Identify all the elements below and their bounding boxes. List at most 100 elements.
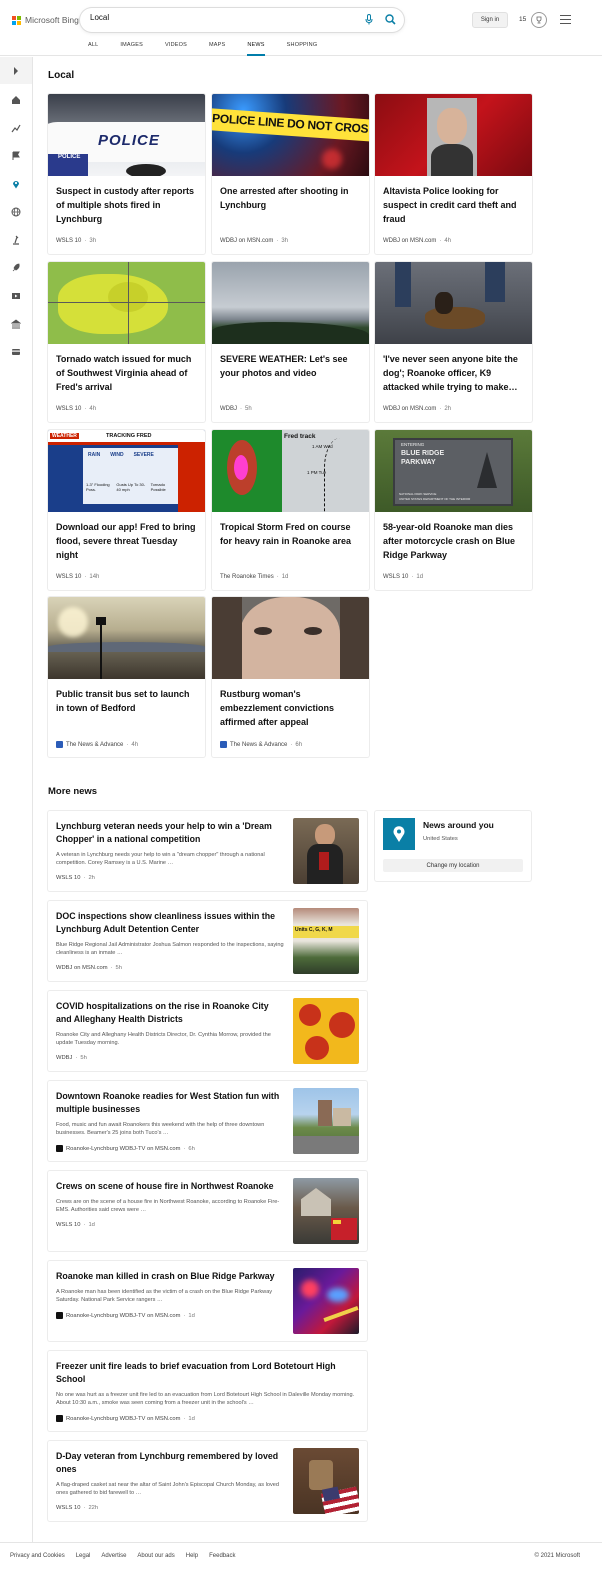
rocket-icon[interactable] bbox=[11, 263, 21, 273]
news-source: WSLS 10 · 1d bbox=[56, 1222, 95, 1228]
tab-shopping[interactable]: SHOPPING bbox=[287, 42, 318, 56]
news-card[interactable]: Altavista Police looking for suspect in … bbox=[375, 94, 532, 254]
card-title[interactable]: 'I've never seen anyone bite the dog'; R… bbox=[383, 352, 525, 394]
news-list-item[interactable]: Freezer unit fire leads to brief evacuat… bbox=[48, 1351, 367, 1431]
tab-maps[interactable]: MAPS bbox=[209, 42, 225, 56]
footer-link-help[interactable]: Help bbox=[186, 1553, 198, 1559]
news-snippet: Roanoke City and Alleghany Health Distri… bbox=[56, 1032, 271, 1046]
news-card[interactable]: SEVERE WEATHER: Let's see your photos an… bbox=[212, 262, 369, 422]
news-card[interactable]: Tornado watch issued for much of Southwe… bbox=[48, 262, 205, 422]
tab-images[interactable]: IMAGES bbox=[120, 42, 143, 56]
card-title[interactable]: Altavista Police looking for suspect in … bbox=[383, 184, 525, 226]
detention-center-thumbnail: Units C, G, K, M bbox=[293, 908, 359, 974]
detention-sign-text: Units C, G, K, M bbox=[295, 927, 333, 933]
parkway-sign-line2: BLUE RIDGE bbox=[401, 450, 445, 457]
home-icon[interactable] bbox=[11, 95, 21, 105]
news-card[interactable]: POLICE LINE DO NOT CROS One arrested aft… bbox=[212, 94, 369, 254]
house-fire-thumbnail bbox=[293, 1178, 359, 1244]
sidebar bbox=[0, 57, 33, 1542]
bing-logo[interactable]: Microsoft Bing bbox=[12, 15, 79, 25]
card-title[interactable]: Rustburg woman's embezzlement conviction… bbox=[220, 687, 362, 729]
card-title[interactable]: SEVERE WEATHER: Let's see your photos an… bbox=[220, 352, 362, 380]
vertical-tabs: ALL IMAGES VIDEOS MAPS NEWS SHOPPING bbox=[88, 42, 339, 56]
news-list-item[interactable]: DOC inspections show cleanliness issues … bbox=[48, 901, 367, 981]
news-list-item[interactable]: COVID hospitalizations on the rise in Ro… bbox=[48, 991, 367, 1071]
news-title[interactable]: Roanoke man killed in crash on Blue Ridg… bbox=[56, 1270, 284, 1283]
footer-link-legal[interactable]: Legal bbox=[76, 1553, 91, 1559]
bank-icon[interactable] bbox=[11, 319, 21, 329]
rewards-count[interactable]: 15 bbox=[519, 16, 526, 23]
news-card[interactable]: Public transit bus set to launch in town… bbox=[48, 597, 205, 757]
card-title[interactable]: Download our app! Fred to bring flood, s… bbox=[56, 520, 198, 562]
rewards-trophy-icon[interactable] bbox=[531, 12, 547, 28]
location-icon[interactable] bbox=[11, 179, 21, 189]
hamburger-menu-icon[interactable] bbox=[560, 15, 571, 27]
card-source: WSLS 10 · 3h bbox=[56, 238, 97, 244]
news-title[interactable]: Freezer unit fire leads to brief evacuat… bbox=[56, 1360, 356, 1386]
footer-links: Privacy and Cookies Legal Advertise Abou… bbox=[10, 1553, 235, 1559]
news-card[interactable]: WEATHER TRACKING FRED RAIN WIND SEVERE 1-3… bbox=[48, 430, 205, 590]
news-card[interactable]: Fred track 1 AM Wed 1 PM Tue Tropical St… bbox=[212, 430, 369, 590]
news-title[interactable]: Lynchburg veteran needs your help to win… bbox=[56, 820, 284, 846]
brand-name: Microsoft Bing bbox=[25, 15, 79, 25]
chevron-right-icon bbox=[14, 66, 18, 75]
news-title[interactable]: COVID hospitalizations on the rise in Ro… bbox=[56, 1000, 284, 1026]
news-card[interactable]: POLICE POLICE Suspect in custody after r… bbox=[48, 94, 205, 254]
search-icon[interactable] bbox=[385, 14, 396, 25]
downtown-thumbnail bbox=[293, 1088, 359, 1154]
news-snippet: Blue Ridge Regional Jail Administrator J… bbox=[56, 942, 284, 956]
trending-icon[interactable] bbox=[11, 123, 21, 133]
parkway-sub-2: UNITED STATES DEPARTMENT OF THE INTERIOR bbox=[399, 497, 471, 501]
tab-all[interactable]: ALL bbox=[88, 42, 98, 56]
radar-track-image: Fred track 1 AM Wed 1 PM Tue bbox=[212, 430, 369, 512]
flag-icon[interactable] bbox=[11, 151, 21, 161]
news-title[interactable]: Downtown Roanoke readies for West Statio… bbox=[56, 1090, 284, 1116]
video-icon[interactable] bbox=[11, 291, 21, 301]
sidebar-expand-button[interactable] bbox=[0, 57, 32, 84]
globe-icon[interactable] bbox=[11, 207, 21, 217]
search-box[interactable] bbox=[80, 8, 404, 32]
news-advance-logo-icon bbox=[220, 741, 227, 748]
change-location-button[interactable]: Change my location bbox=[383, 859, 523, 872]
card-icon[interactable] bbox=[11, 347, 21, 357]
card-title[interactable]: 58-year-old Roanoke man dies after motor… bbox=[383, 520, 525, 562]
card-title[interactable]: Tropical Storm Fred on course for heavy … bbox=[220, 520, 362, 548]
search-input[interactable] bbox=[90, 13, 350, 22]
footer-link-about-ads[interactable]: About our ads bbox=[137, 1553, 174, 1559]
news-title[interactable]: D-Day veteran from Lynchburg remembered … bbox=[56, 1450, 284, 1476]
news-source: WSLS 10 · 22h bbox=[56, 1505, 99, 1511]
card-source: WDBJ on MSN.com · 4h bbox=[383, 238, 452, 244]
radar-label: Fred track bbox=[284, 433, 316, 440]
card-title[interactable]: Suspect in custody after reports of mult… bbox=[56, 184, 198, 226]
header: Microsoft Bing Sign in 15 ALL IMAGES VID… bbox=[0, 0, 602, 56]
news-list-item[interactable]: Crews on scene of house fire in Northwes… bbox=[48, 1171, 367, 1251]
mugshot-image bbox=[375, 94, 532, 176]
microphone-icon[interactable] bbox=[365, 14, 373, 25]
card-title[interactable]: Tornado watch issued for much of Southwe… bbox=[56, 352, 198, 394]
footer-link-privacy[interactable]: Privacy and Cookies bbox=[10, 1553, 65, 1559]
news-list-item[interactable]: Lynchburg veteran needs your help to win… bbox=[48, 811, 367, 891]
news-list-item[interactable]: D-Day veteran from Lynchburg remembered … bbox=[48, 1441, 367, 1521]
science-icon[interactable] bbox=[11, 235, 21, 245]
news-source: Roanoke-Lynchburg WDBJ-TV on MSN.com · 6h bbox=[56, 1145, 195, 1152]
microsoft-logo-icon bbox=[12, 15, 21, 25]
tab-videos[interactable]: VIDEOS bbox=[165, 42, 187, 56]
news-card[interactable]: ENTERING BLUE RIDGE PARKWAY NATIONAL PAR… bbox=[375, 430, 532, 590]
news-title[interactable]: Crews on scene of house fire in Northwes… bbox=[56, 1180, 284, 1193]
news-title[interactable]: DOC inspections show cleanliness issues … bbox=[56, 910, 284, 936]
sign-in-button[interactable]: Sign in bbox=[472, 12, 508, 28]
news-snippet: A flag-draped casket sat near the altar … bbox=[56, 1482, 279, 1496]
tab-news[interactable]: NEWS bbox=[247, 42, 265, 56]
footer-link-feedback[interactable]: Feedback bbox=[209, 1553, 235, 1559]
footer-link-advertise[interactable]: Advertise bbox=[101, 1553, 126, 1559]
local-section-title: Local bbox=[48, 70, 75, 81]
news-list-item[interactable]: Roanoke man killed in crash on Blue Ridg… bbox=[48, 1261, 367, 1341]
news-card[interactable]: 'I've never seen anyone bite the dog'; R… bbox=[375, 262, 532, 422]
card-title[interactable]: One arrested after shooting in Lynchburg bbox=[220, 184, 362, 212]
card-title[interactable]: Public transit bus set to launch in town… bbox=[56, 687, 198, 715]
storm-sky-image bbox=[212, 262, 369, 344]
wdbj-logo-icon bbox=[56, 1312, 63, 1319]
news-list-item[interactable]: Downtown Roanoke readies for West Statio… bbox=[48, 1081, 367, 1161]
news-card[interactable]: Rustburg woman's embezzlement conviction… bbox=[212, 597, 369, 757]
crash-lights-thumbnail bbox=[293, 1268, 359, 1334]
